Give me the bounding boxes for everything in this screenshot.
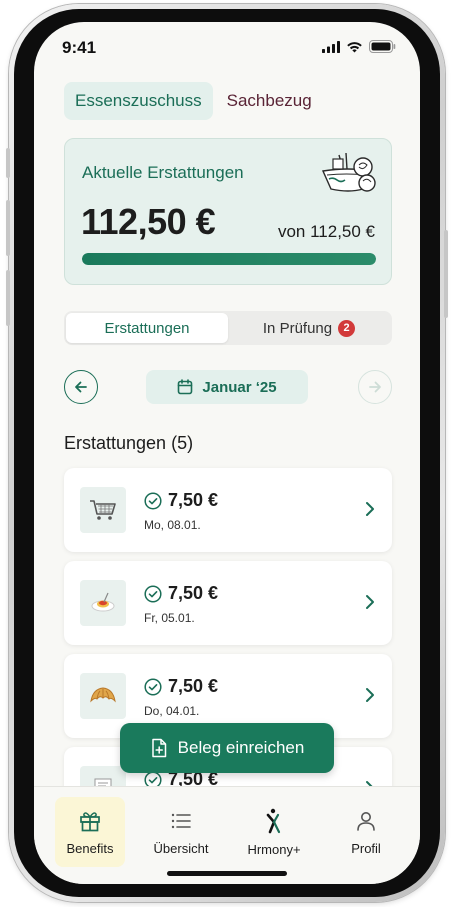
chevron-right-icon (366, 502, 374, 516)
bottom-tab-bar: Benefits Übersicht Hrmony+ Profil (34, 786, 420, 884)
month-label: Januar ‘25 (202, 378, 277, 396)
reimbursement-progress-fill (82, 253, 376, 265)
add-document-icon (151, 738, 166, 758)
row-date: Fr, 05.01. (144, 611, 195, 625)
tab-profil-label: Profil (351, 840, 381, 856)
list-icon (171, 813, 191, 828)
summary-amount: 112,50 € (81, 201, 216, 242)
tab-essenszuschuss[interactable]: Essenszuschuss (64, 82, 213, 120)
receipt-thumbnail (80, 580, 126, 626)
row-date: Mo, 08.01. (144, 518, 201, 532)
tab-profil[interactable]: Profil (331, 797, 401, 867)
summary-title: Aktuelle Erstattungen (82, 163, 244, 182)
arrow-right-icon (369, 381, 381, 393)
reimbursements-list-title: Erstattungen (5) (64, 433, 194, 453)
row-amount: 7,50 € (144, 490, 218, 511)
benefit-tabs: Essenszuschuss Sachbezug (64, 82, 323, 120)
segment-in-pruefung[interactable]: In Prüfung 2 (228, 313, 390, 343)
power-button (444, 230, 448, 318)
chevron-right-icon (366, 595, 374, 609)
segment-in-pruefung-label: In Prüfung (262, 319, 333, 337)
submit-receipt-label: Beleg einreichen (177, 738, 305, 757)
segment-erstattungen[interactable]: Erstattungen (66, 313, 228, 343)
check-circle-icon (144, 491, 162, 510)
row-amount-value: 7,50 € (168, 676, 219, 696)
list-item[interactable]: 7,50 € Mo, 08.01. (64, 468, 392, 552)
tab-uebersicht-label: Übersicht (153, 840, 209, 856)
submit-receipt-button[interactable]: Beleg einreichen (120, 723, 334, 773)
tab-uebersicht[interactable]: Übersicht (146, 797, 216, 867)
croissant-icon (90, 687, 116, 703)
hrmony-logo-icon (266, 808, 281, 833)
row-amount: 7,50 € (144, 583, 218, 604)
check-circle-icon (144, 677, 162, 696)
app-screen: 9:41 Essenszuschuss Sachbezug Aktuelle E… (34, 22, 420, 884)
cellular-signal-icon (322, 40, 340, 53)
food-basket-illustration-icon (321, 152, 376, 192)
pasta-dish-icon (91, 592, 115, 612)
tab-sachbezug[interactable]: Sachbezug (225, 82, 323, 120)
status-segmented-control: Erstattungen In Prüfung 2 (64, 311, 392, 345)
calendar-icon (178, 379, 193, 395)
tab-hrmony-plus-label: Hrmony+ (247, 841, 301, 857)
month-navigation: Januar ‘25 (64, 370, 392, 406)
row-date: Do, 04.01. (144, 704, 200, 718)
arrow-left-icon (75, 381, 87, 393)
volume-up-button (6, 200, 10, 256)
pending-count-badge: 2 (338, 319, 356, 337)
gift-icon (80, 811, 100, 831)
receipt-thumbnail (80, 487, 126, 533)
row-amount: 7,50 € (144, 676, 218, 697)
volume-down-button (6, 270, 10, 326)
person-icon (357, 811, 375, 831)
summary-limit: von 112,50 € (277, 222, 375, 241)
month-selector[interactable]: Januar ‘25 (146, 370, 308, 404)
shopping-cart-icon (90, 500, 116, 520)
tab-benefits[interactable]: Benefits (55, 797, 125, 867)
segment-erstattungen-label: Erstattungen (104, 319, 190, 337)
status-time: 9:41 (62, 38, 97, 57)
chevron-right-icon (366, 688, 374, 702)
previous-month-button[interactable] (64, 370, 98, 404)
battery-icon (369, 40, 396, 53)
list-item[interactable]: 7,50 € Fr, 05.01. (64, 561, 392, 645)
check-circle-icon (144, 584, 162, 603)
status-icons (322, 40, 396, 53)
tab-hrmony-plus[interactable]: Hrmony+ (239, 797, 309, 867)
row-amount-value: 7,50 € (168, 583, 219, 603)
reimbursement-summary-card: Aktuelle Erstattungen 112,50 € von 112,5… (64, 138, 392, 285)
row-amount-value: 7,50 € (168, 490, 219, 510)
receipt-thumbnail (80, 673, 126, 719)
wifi-icon (347, 41, 362, 52)
reimbursement-progress-bar (82, 253, 376, 265)
tab-benefits-label: Benefits (66, 840, 114, 856)
next-month-button[interactable] (358, 370, 392, 404)
home-indicator (167, 871, 287, 876)
silent-switch (6, 148, 10, 178)
status-bar: 9:41 (34, 22, 420, 70)
